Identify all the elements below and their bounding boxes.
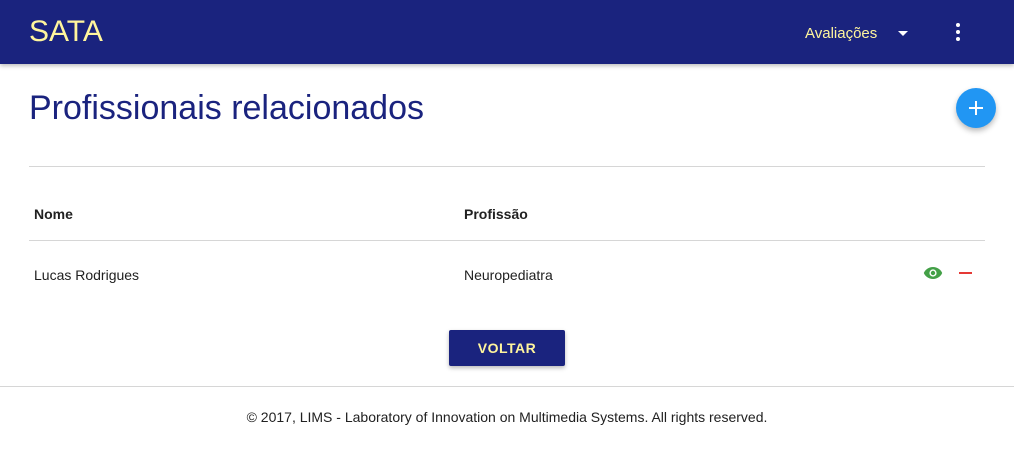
top-navbar: SATA Avaliações — [0, 0, 1014, 64]
add-professional-button[interactable] — [956, 88, 996, 128]
view-professional-button[interactable] — [923, 266, 943, 280]
section-divider — [29, 166, 985, 167]
footer-copyright: © 2017, LIMS - Laboratory of Innovation … — [246, 409, 768, 425]
kebab-dot — [956, 37, 960, 41]
eye-icon — [923, 267, 943, 279]
caret-down-icon — [898, 30, 909, 36]
back-button[interactable]: VOLTAR — [449, 330, 565, 366]
kebab-dot — [956, 30, 960, 34]
remove-professional-button[interactable] — [959, 266, 973, 280]
column-header-profession: Profissão — [464, 206, 528, 222]
column-header-name: Nome — [34, 206, 73, 222]
page-title: Profissionais relacionados — [29, 89, 424, 127]
avaliacoes-dropdown[interactable]: Avaliações — [805, 22, 909, 44]
cell-name: Lucas Rodrigues — [34, 267, 140, 283]
avaliacoes-dropdown-label: Avaliações — [805, 24, 878, 42]
cell-profession: Neuropediatra — [464, 267, 553, 283]
footer-divider — [0, 386, 1014, 387]
kebab-dot — [956, 23, 960, 27]
brand-logo[interactable]: SATA — [29, 14, 103, 50]
more-vert-icon[interactable] — [950, 21, 966, 43]
header-divider — [29, 240, 985, 241]
